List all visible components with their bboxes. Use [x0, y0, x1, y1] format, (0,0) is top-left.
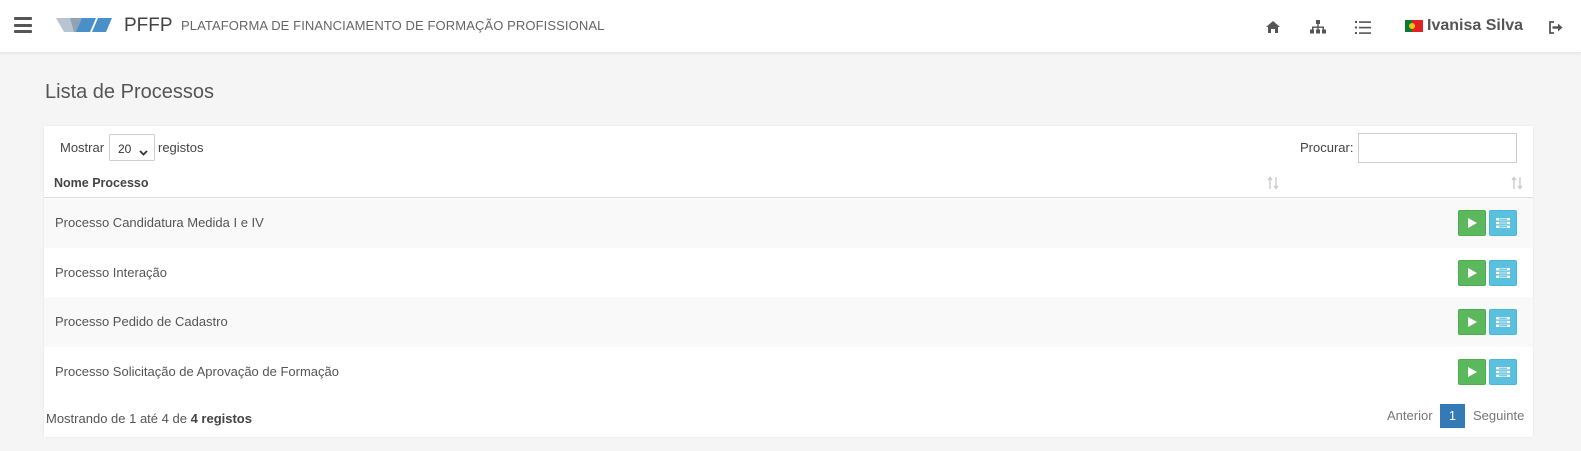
start-process-button[interactable] [1458, 210, 1486, 236]
user-name[interactable]: Ivanisa Silva [1427, 17, 1523, 35]
list-detail-icon [1496, 218, 1510, 228]
sort-icon[interactable] [1267, 176, 1279, 190]
pagination-page-1[interactable]: 1 [1440, 404, 1465, 428]
process-details-button[interactable] [1489, 358, 1517, 385]
home-icon[interactable] [1263, 17, 1283, 37]
list-detail-icon [1496, 267, 1510, 278]
menu-icon[interactable] [14, 17, 32, 33]
play-icon [1468, 317, 1477, 327]
page-size-value: 20 [118, 142, 132, 156]
sitemap-icon[interactable] [1308, 17, 1328, 37]
records-label: registos [158, 140, 204, 155]
sort-icon[interactable] [1511, 176, 1523, 190]
portugal-flag-icon[interactable] [1405, 20, 1423, 32]
start-process-button[interactable] [1458, 358, 1486, 385]
process-name: Processo Pedido de Cadastro [55, 314, 228, 329]
list-detail-icon [1496, 317, 1510, 327]
play-icon [1468, 366, 1477, 377]
pagination-next[interactable]: Seguinte [1473, 408, 1524, 423]
table-row: Processo Pedido de Cadastro [44, 297, 1533, 347]
play-icon [1468, 267, 1477, 278]
process-name: Processo Candidatura Medida I e IV [55, 215, 264, 230]
list-icon[interactable] [1353, 17, 1373, 37]
list-detail-icon [1496, 366, 1510, 377]
process-details-button[interactable] [1489, 259, 1517, 286]
logout-icon[interactable] [1545, 17, 1565, 37]
start-process-button[interactable] [1458, 309, 1486, 335]
page-size-select[interactable]: 20 [109, 134, 155, 161]
table-row: Processo Solicitação de Aprovação de For… [44, 347, 1533, 397]
start-process-button[interactable] [1458, 259, 1486, 286]
table-row: Processo Candidatura Medida I e IV [44, 198, 1533, 248]
show-label: Mostrar [60, 140, 105, 155]
search-input[interactable] [1358, 133, 1517, 163]
top-navbar: PFFP PLATAFORMA DE FINANCIAMENTO DE FORM… [0, 0, 1581, 53]
table-row: Processo Interação [44, 248, 1533, 298]
table-info-count: 4 registos [190, 411, 252, 426]
table-info-prefix: Mostrando de 1 até 4 de [46, 411, 187, 426]
chevron-down-icon [139, 145, 148, 159]
process-details-button[interactable] [1489, 309, 1517, 335]
search-label: Procurar: [1300, 140, 1354, 155]
page-title: Lista de Processos [45, 81, 214, 103]
process-table-panel: Mostrar 20 registos Procurar: Nome Proce… [44, 126, 1533, 437]
column-header-nome-processo[interactable]: Nome Processo [54, 176, 148, 190]
platform-name: PLATAFORMA DE FINANCIAMENTO DE FORMAÇÃO … [181, 18, 605, 33]
process-name: Processo Interação [55, 264, 168, 280]
play-icon [1468, 218, 1477, 228]
brand-name: PFFP [124, 15, 173, 36]
table-info: Mostrando de 1 até 4 de 4 registos [46, 411, 252, 426]
pffp-logo [56, 17, 112, 36]
pagination-previous[interactable]: Anterior [1387, 408, 1433, 423]
process-details-button[interactable] [1489, 210, 1517, 236]
process-name: Processo Solicitação de Aprovação de For… [55, 363, 339, 379]
